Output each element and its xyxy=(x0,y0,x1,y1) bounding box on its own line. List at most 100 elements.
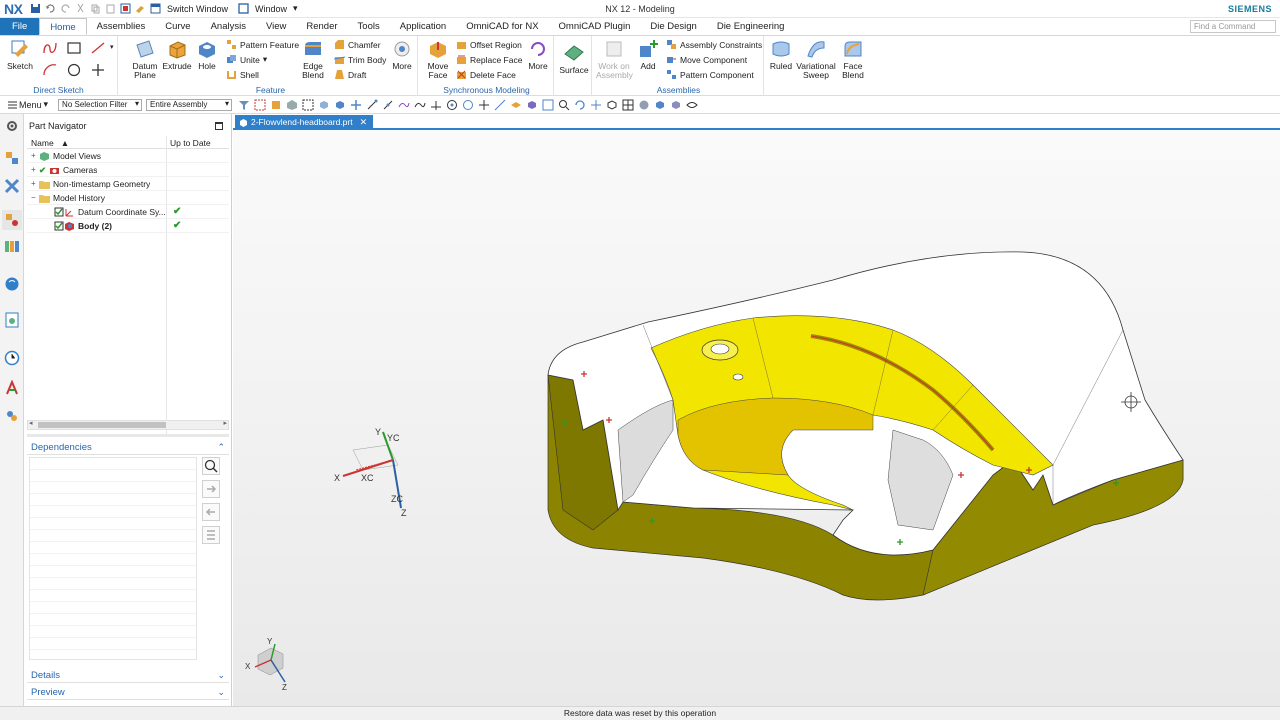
tab-analysis[interactable]: Analysis xyxy=(201,18,256,35)
pan-icon[interactable] xyxy=(590,99,602,111)
edge-blend-button[interactable]: Edge Blend xyxy=(298,38,328,80)
details-panel-header[interactable]: Details ⌄ xyxy=(27,668,229,683)
expand-icon[interactable]: + xyxy=(31,163,36,177)
shaded-icon[interactable] xyxy=(654,99,666,111)
mid-point-icon[interactable] xyxy=(382,99,394,111)
surface-button[interactable]: Surface xyxy=(559,42,589,75)
ruled-button[interactable]: Ruled xyxy=(768,38,794,71)
column-name[interactable]: Name ▲ xyxy=(31,138,69,148)
tab-die-engineering[interactable]: Die Engineering xyxy=(707,18,795,35)
tree-row-model-views[interactable]: + Model Views xyxy=(27,149,229,163)
work-on-assembly-button[interactable]: Work on Assembly xyxy=(596,38,633,80)
orient-view-icon[interactable] xyxy=(606,99,618,111)
maximize-icon[interactable] xyxy=(215,122,223,130)
hole-button[interactable]: Hole xyxy=(194,38,220,71)
dependencies-panel-header[interactable]: Dependencies ⌃ xyxy=(27,440,229,455)
select-component-icon[interactable] xyxy=(318,99,330,111)
visibility-icon[interactable] xyxy=(686,99,698,111)
expand-icon[interactable]: + xyxy=(31,149,36,163)
scroll-right-icon[interactable]: ▸ xyxy=(223,419,227,427)
chevron-up-icon[interactable]: ⌃ xyxy=(217,440,225,455)
snap-point-icon[interactable] xyxy=(350,99,362,111)
close-icon[interactable]: ✕ xyxy=(360,115,368,129)
scrollbar-thumb[interactable] xyxy=(38,422,166,428)
chevron-down-icon[interactable]: ▾ xyxy=(110,43,114,51)
move-face-button[interactable]: Move Face xyxy=(424,38,452,80)
part-navigator-icon[interactable] xyxy=(2,210,22,230)
existing-point-icon[interactable] xyxy=(478,99,490,111)
assembly-navigator-icon[interactable] xyxy=(4,150,20,166)
pattern-feature-button[interactable]: Pattern Feature xyxy=(226,39,299,50)
fit-icon[interactable] xyxy=(542,99,554,111)
tree-row-non-timestamp-geometry[interactable]: + Non-timestamp Geometry xyxy=(27,177,229,191)
expand-icon[interactable]: + xyxy=(31,177,36,191)
edit-section-icon[interactable] xyxy=(670,99,682,111)
unite-button[interactable]: Unite ▾ xyxy=(226,54,267,65)
tab-omnicad-for-nx[interactable]: OmniCAD for NX xyxy=(456,18,548,35)
tab-omnicad-plugin[interactable]: OmniCAD Plugin xyxy=(549,18,641,35)
select-solid-icon[interactable] xyxy=(334,99,346,111)
quadrant-icon[interactable] xyxy=(462,99,474,111)
point-on-curve-icon[interactable] xyxy=(494,99,506,111)
point-on-face-icon[interactable] xyxy=(510,99,522,111)
curve-point-icon[interactable] xyxy=(414,99,426,111)
column-up-to-date[interactable]: Up to Date xyxy=(170,138,211,148)
preview-panel-header[interactable]: Preview ⌄ xyxy=(27,685,229,700)
copy-icon[interactable] xyxy=(90,3,101,14)
chamfer-button[interactable]: Chamfer xyxy=(334,39,381,50)
tab-die-design[interactable]: Die Design xyxy=(640,18,706,35)
window-icon[interactable] xyxy=(238,3,249,14)
magnifier-button[interactable] xyxy=(202,457,220,475)
select-body-icon[interactable] xyxy=(286,99,298,111)
gear-icon[interactable] xyxy=(4,118,20,134)
line-icon[interactable] xyxy=(90,41,106,55)
constraint-navigator-icon[interactable] xyxy=(4,178,20,194)
save-icon[interactable] xyxy=(30,3,41,14)
filter-icon[interactable] xyxy=(238,99,250,111)
tree-row-cameras[interactable]: + ✔ Cameras xyxy=(27,163,229,177)
tab-tools[interactable]: Tools xyxy=(348,18,390,35)
cut-icon[interactable] xyxy=(75,3,86,14)
undo-icon[interactable] xyxy=(45,3,56,14)
sync-more-button[interactable]: More xyxy=(526,38,550,71)
tree-row-body[interactable]: Body (2) ✔ xyxy=(27,219,229,233)
selection-filter-select[interactable]: No Selection Filter xyxy=(58,98,143,111)
tab-application[interactable]: Application xyxy=(390,18,456,35)
view-layout-icon[interactable] xyxy=(622,99,634,111)
menu-button[interactable]: Menu ▾ xyxy=(8,99,48,110)
collapse-icon[interactable]: − xyxy=(31,191,36,205)
datum-plane-button[interactable]: Datum Plane xyxy=(130,38,160,80)
graphics-viewport[interactable]: X XC Y YC ZC Z X Y Z xyxy=(233,130,1280,706)
switch-window-button[interactable]: Switch Window xyxy=(167,4,228,14)
assembly-constraints-button[interactable]: Assembly Constraints xyxy=(666,39,762,50)
variational-sweep-button[interactable]: Variational Sweep xyxy=(794,38,838,80)
zoom-icon[interactable] xyxy=(558,99,570,111)
tab-view[interactable]: View xyxy=(256,18,296,35)
lasso-icon[interactable] xyxy=(302,99,314,111)
arc-center-icon[interactable] xyxy=(446,99,458,111)
rotate-icon[interactable] xyxy=(574,99,586,111)
select-all-icon[interactable] xyxy=(254,99,266,111)
feature-more-button[interactable]: More xyxy=(390,38,414,71)
reuse-library-icon[interactable] xyxy=(4,238,20,254)
panel-splitter[interactable] xyxy=(27,434,229,437)
model-canvas[interactable]: X XC Y YC ZC Z X Y Z xyxy=(233,130,1280,706)
chevron-down-icon[interactable]: ▾ xyxy=(263,54,267,65)
tab-file[interactable]: File xyxy=(0,18,40,35)
chevron-down-icon[interactable]: ⌄ xyxy=(217,668,225,683)
find-command-input[interactable]: Find a Command xyxy=(1190,20,1276,33)
selection-scope-select[interactable]: Entire Assembly xyxy=(146,98,233,111)
redo-icon[interactable] xyxy=(60,3,71,14)
chevron-down-icon[interactable]: ⌄ xyxy=(217,685,225,700)
navigator-horizontal-scrollbar[interactable]: ◂ ▸ xyxy=(27,420,229,430)
touch-mode-icon[interactable] xyxy=(135,3,146,14)
scroll-left-icon[interactable]: ◂ xyxy=(29,419,33,427)
shell-button[interactable]: Shell xyxy=(226,69,259,80)
draft-button[interactable]: Draft xyxy=(334,69,366,80)
profile-icon[interactable] xyxy=(42,41,58,55)
add-component-button[interactable]: Add xyxy=(636,38,660,71)
intersection-icon[interactable] xyxy=(430,99,442,111)
tab-assemblies[interactable]: Assemblies xyxy=(87,18,156,35)
switch-window-icon[interactable] xyxy=(150,3,161,14)
history-icon[interactable] xyxy=(4,312,20,328)
